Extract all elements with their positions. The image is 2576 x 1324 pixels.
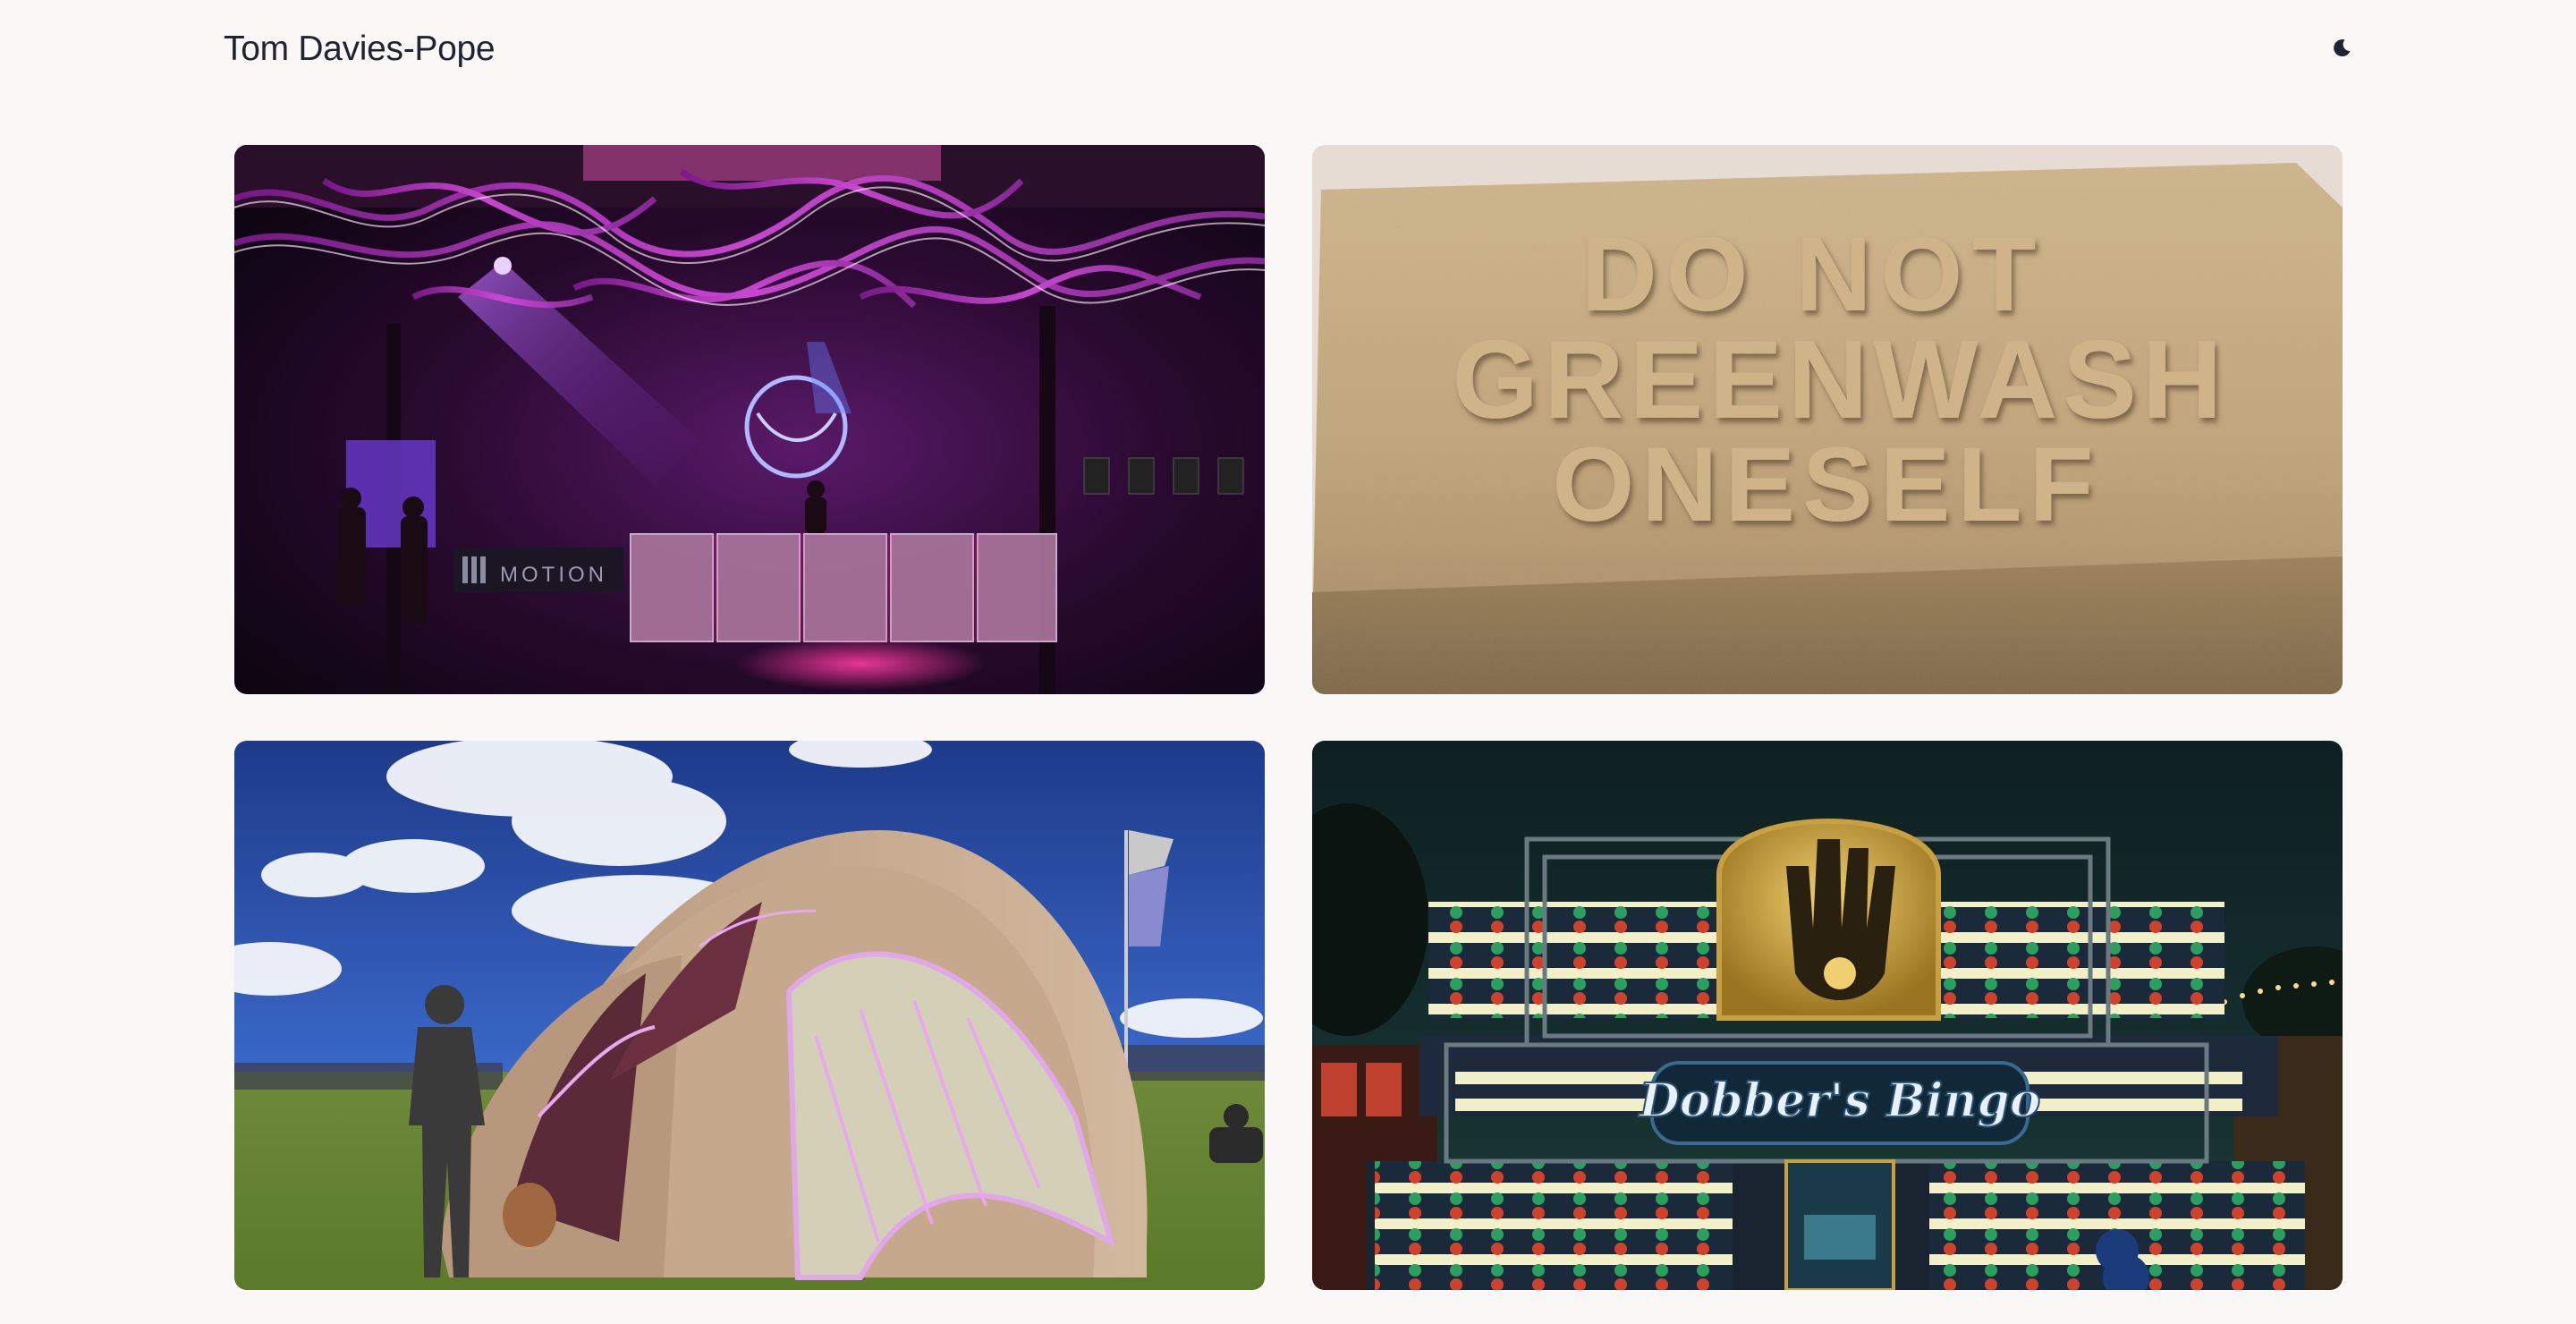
project-grid: MOTION DO NOT GREENWASH ONESELF Dobber's…	[234, 145, 2343, 1290]
bingo-sign-text: Dobber's Bingo	[1638, 1074, 2041, 1128]
sand-sign-image: DO NOT GREENWASH ONESELF	[1312, 145, 2343, 694]
motion-banner-text: MOTION	[500, 563, 607, 587]
neon-stage-image: MOTION	[234, 145, 1265, 694]
project-card-bingo-stall[interactable]: Dobber's Bingo	[1312, 741, 2343, 1290]
theme-toggle-button[interactable]	[2322, 29, 2361, 68]
project-card-neon-stage[interactable]: MOTION	[234, 145, 1265, 694]
bingo-stall-image: Dobber's Bingo	[1312, 741, 2343, 1290]
festival-dome-image	[234, 741, 1265, 1290]
sand-sign-line-1: DO NOT	[1581, 216, 2046, 334]
sand-sign-line-2: GREENWASH	[1453, 318, 2228, 442]
sand-sign-line-3: ONESELF	[1552, 426, 2100, 544]
site-title-link[interactable]: Tom Davies-Pope	[224, 27, 496, 72]
project-card-festival-dome[interactable]	[234, 741, 1265, 1290]
moon-icon	[2334, 39, 2351, 57]
project-card-sand-sign[interactable]: DO NOT GREENWASH ONESELF	[1312, 145, 2343, 694]
site-header: Tom Davies-Pope	[0, 0, 2576, 98]
